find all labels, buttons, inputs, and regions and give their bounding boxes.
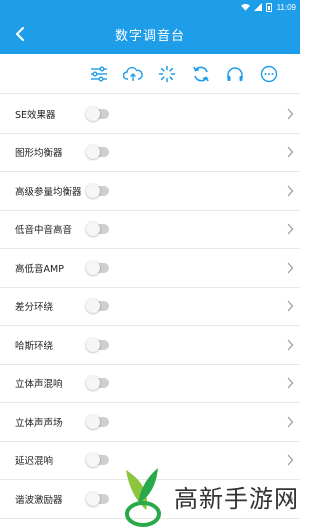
headphones-icon (227, 67, 243, 81)
toggle-switch[interactable] (86, 260, 109, 275)
chevron-right-icon (287, 223, 294, 235)
toggle-switch[interactable] (86, 183, 109, 198)
chevron-right-icon (287, 300, 294, 312)
list-item[interactable]: 高级参量均衡器 (0, 172, 300, 211)
chevron-right-icon (287, 108, 294, 120)
toggle-knob (86, 376, 100, 391)
toggle-switch[interactable] (86, 491, 109, 506)
item-label: 延迟混响 (15, 456, 54, 468)
toggle-switch[interactable] (86, 106, 109, 121)
back-button[interactable] (8, 22, 32, 46)
chevron-right-icon (287, 146, 294, 158)
back-arrow-icon (16, 27, 24, 41)
app-bar: 数字调音台 (0, 14, 300, 54)
toggle-knob (86, 453, 100, 468)
chevron-right-icon (287, 377, 294, 389)
list-item[interactable]: SE效果器 (0, 95, 300, 134)
page-title: 数字调音台 (114, 28, 185, 44)
toggle-switch[interactable] (86, 337, 109, 352)
toolbar (0, 54, 300, 94)
loading-button[interactable] (157, 64, 177, 84)
item-label: 高低音AMP (15, 263, 64, 275)
item-label: 立体声混响 (15, 379, 63, 391)
status-time: 11:09 (276, 2, 296, 12)
list-item[interactable]: 立体声声场 (0, 403, 300, 442)
more-button[interactable] (259, 64, 279, 84)
upload-button[interactable] (123, 64, 143, 84)
list-item[interactable]: 立体声混响 (0, 364, 300, 403)
toggle-knob (86, 260, 100, 275)
toggle-knob (86, 222, 100, 237)
toggle-switch[interactable] (86, 299, 109, 314)
list-item[interactable]: 差分环绕 (0, 287, 300, 326)
sliders-button[interactable] (89, 64, 109, 84)
chevron-right-icon (287, 185, 294, 197)
sync-button[interactable] (191, 64, 211, 84)
list-item[interactable]: 哈斯环绕 (0, 326, 300, 365)
toggle-switch[interactable] (86, 376, 109, 391)
item-label: 立体声声场 (15, 417, 63, 429)
list-item[interactable]: 高低音AMP (0, 249, 300, 288)
item-label: 图形均衡器 (15, 148, 63, 160)
toggle-switch[interactable] (86, 145, 109, 160)
status-bar: 11:09 (0, 0, 300, 14)
headphones-button[interactable] (225, 64, 245, 84)
item-label: 谐波激励器 (15, 494, 63, 506)
item-label: 差分环绕 (15, 302, 54, 314)
toggle-knob (86, 145, 100, 160)
list-item[interactable]: 图形均衡器 (0, 133, 300, 172)
loading-icon (158, 65, 176, 83)
more-icon (260, 65, 278, 83)
toggle-knob (86, 183, 100, 198)
sliders-icon (91, 66, 107, 82)
chevron-right-icon (287, 416, 294, 428)
toggle-knob (86, 337, 100, 352)
watermark-logo-icon (125, 468, 161, 527)
item-label: 高级参量均衡器 (15, 186, 82, 198)
list-item[interactable]: 低音中音高音 (0, 210, 300, 249)
item-label: 哈斯环绕 (15, 340, 54, 352)
chevron-right-icon (287, 339, 294, 351)
item-label: 低音中音高音 (15, 225, 73, 237)
effects-list: SE效果器 图形均衡器 高级参量均衡器 低音中音高音 高低音AMP 差分环绕 哈… (0, 95, 300, 519)
cloud-upload-icon (123, 66, 143, 81)
toggle-knob (86, 299, 100, 314)
toggle-switch[interactable] (86, 222, 109, 237)
toggle-switch[interactable] (86, 414, 109, 429)
signal-icon (253, 3, 262, 11)
toggle-knob (86, 106, 100, 121)
toggle-knob (86, 491, 100, 506)
wifi-icon (240, 3, 250, 11)
battery-icon (265, 2, 272, 12)
sync-icon (193, 66, 209, 82)
watermark-text: 高新手游网 (174, 484, 299, 513)
watermark: 高新手游网 (112, 460, 300, 532)
toggle-switch[interactable] (86, 453, 109, 468)
toggle-knob (86, 414, 100, 429)
chevron-right-icon (287, 262, 294, 274)
item-label: SE效果器 (15, 109, 56, 121)
